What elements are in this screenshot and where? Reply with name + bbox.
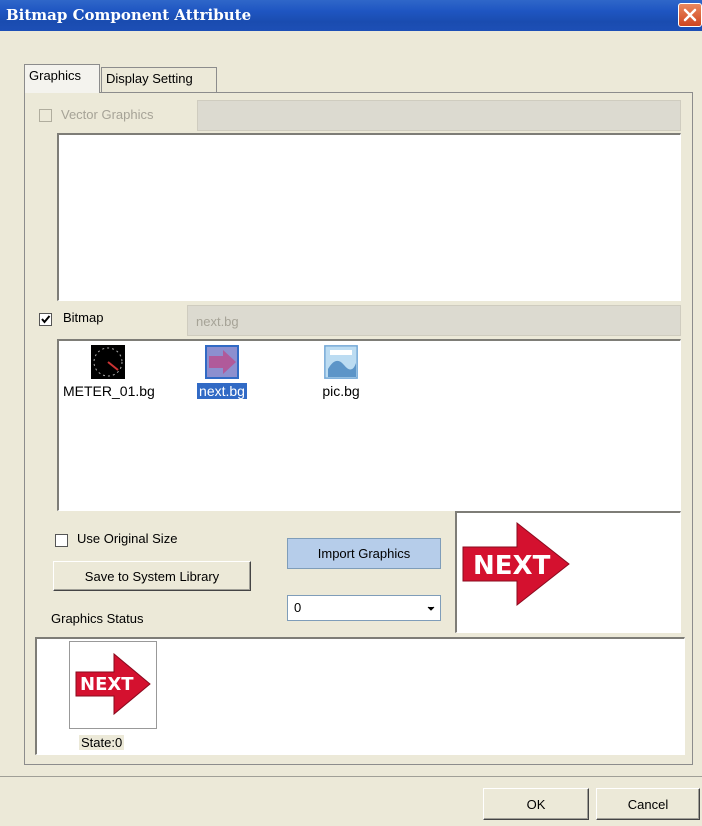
- file-name-pic: pic.bg: [322, 383, 360, 399]
- tab-display-setting[interactable]: Display Setting: [101, 67, 217, 92]
- state-caption: State:0: [79, 735, 125, 750]
- vector-graphics-checkbox[interactable]: [39, 109, 52, 122]
- use-original-size-label: Use Original Size: [77, 531, 178, 546]
- next-arrow-thumbnail-icon: [205, 345, 239, 379]
- tab-display-setting-label: Display Setting: [106, 71, 193, 86]
- graphics-status-value: 0: [294, 600, 302, 615]
- title-bar[interactable]: Bitmap Component Attribute: [0, 0, 702, 31]
- file-name-next: next.bg: [197, 383, 247, 399]
- use-original-size-checkbox[interactable]: [55, 534, 68, 547]
- tab-graphics[interactable]: Graphics: [24, 64, 100, 93]
- save-to-system-library-button[interactable]: Save to System Library: [53, 561, 251, 591]
- checkmark-icon: [41, 315, 51, 324]
- import-graphics-button[interactable]: Import Graphics: [287, 538, 441, 569]
- picture-thumbnail-icon: [324, 345, 358, 379]
- meter-thumbnail-icon: [91, 345, 125, 379]
- state-thumbnail-text: NEXT: [80, 674, 134, 695]
- state-thumbnail[interactable]: NEXT: [69, 641, 157, 729]
- bitmap-name-field[interactable]: next.bg: [187, 305, 681, 336]
- file-item-pic[interactable]: pic.bg: [311, 345, 371, 399]
- dialog-window: Bitmap Component Attribute Graphics Disp…: [0, 0, 702, 826]
- preview-text: NEXT: [473, 551, 551, 581]
- graphics-status-label: Graphics Status: [51, 611, 144, 626]
- file-item-meter[interactable]: METER_01.bg: [63, 345, 155, 399]
- graphics-status-dropdown[interactable]: 0: [287, 595, 441, 621]
- vector-graphics-list[interactable]: [57, 133, 681, 301]
- file-item-next[interactable]: next.bg: [191, 345, 253, 399]
- footer-divider: [0, 776, 702, 777]
- bitmap-checkbox[interactable]: [39, 313, 52, 326]
- bitmap-file-list[interactable]: METER_01.bg next.bg pic.bg: [57, 339, 681, 511]
- dropdown-arrow-icon: [427, 606, 435, 611]
- close-button[interactable]: [678, 3, 702, 27]
- bitmap-preview: NEXT: [455, 511, 681, 633]
- graphics-tab-panel: Vector Graphics Bitmap next.bg METER_01.…: [24, 92, 693, 765]
- ok-button[interactable]: OK: [483, 788, 589, 820]
- graphics-status-list[interactable]: NEXT State:0: [35, 637, 685, 755]
- tab-graphics-label: Graphics: [29, 68, 82, 83]
- cancel-button[interactable]: Cancel: [596, 788, 700, 820]
- close-icon: [683, 8, 697, 22]
- file-name-meter: METER_01.bg: [63, 383, 155, 399]
- vector-graphics-label: Vector Graphics: [61, 107, 154, 122]
- window-title: Bitmap Component Attribute: [6, 6, 252, 24]
- vector-graphics-field[interactable]: [197, 100, 681, 131]
- bitmap-label: Bitmap: [63, 310, 104, 325]
